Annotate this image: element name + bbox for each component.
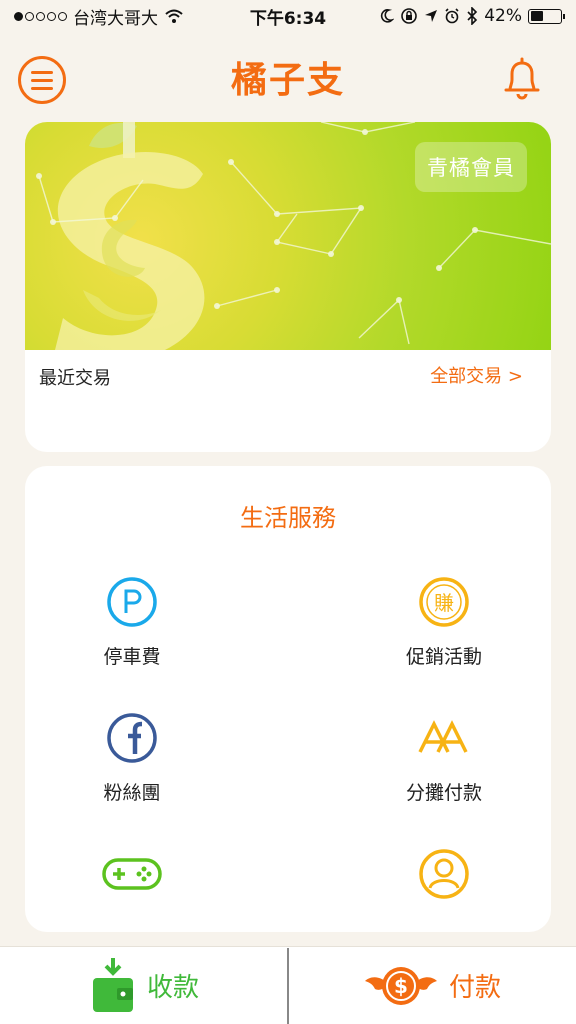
app-title: 橘子支: [230, 60, 345, 101]
service-item-promotions[interactable]: 賺 促銷活動: [369, 574, 519, 669]
battery-level: [530, 11, 543, 21]
svg-text:賺: 賺: [434, 591, 454, 615]
service-item-account[interactable]: [369, 846, 519, 914]
status-right: 42%: [378, 6, 565, 26]
menu-button[interactable]: [18, 56, 66, 104]
signal-strength-icon: [14, 11, 67, 21]
earn-icon: 賺: [419, 577, 469, 627]
receive-label: 收款: [146, 973, 199, 1003]
member-card-banner: 青橘會員: [25, 122, 551, 350]
menu-icon-bar: [31, 78, 53, 82]
winged-coin-icon: $: [364, 966, 437, 1005]
battery-percent: 42%: [484, 6, 522, 26]
menu-icon-bar: [31, 86, 53, 90]
menu-icon-bar: [31, 70, 53, 74]
rotation-lock-icon: [401, 8, 418, 24]
gamepad-icon: [102, 858, 162, 890]
battery-icon: [528, 8, 565, 24]
service-item-parking[interactable]: 停車費: [57, 574, 207, 669]
service-item-fan-page[interactable]: 粉絲團: [57, 710, 207, 805]
receive-button[interactable]: 收款: [0, 947, 288, 1024]
moon-icon: [381, 9, 395, 23]
location-icon: [425, 10, 438, 22]
carrier-name: 台湾大哥大: [73, 8, 158, 29]
service-item-split-payment[interactable]: 分攤付款: [369, 710, 519, 805]
bluetooth-icon: [467, 7, 478, 25]
status-bar: 台湾大哥大 下午6:34 42%: [0, 0, 576, 32]
member-card[interactable]: 青橘會員 最近交易 全部交易 >: [25, 122, 551, 452]
bottom-bar-divider: [287, 948, 289, 1024]
notification-bell-icon[interactable]: [502, 56, 542, 102]
status-time: 下午6:34: [249, 8, 327, 29]
app-header: 橘子支: [0, 32, 576, 122]
life-services-panel: 生活服務 停車費 賺 促銷活動 粉絲團 分攤付款: [25, 466, 551, 932]
svg-text:$: $: [394, 974, 408, 998]
parking-icon: [107, 577, 157, 627]
recent-transactions-label: 最近交易: [39, 368, 111, 389]
service-label: 促銷活動: [405, 646, 482, 668]
status-left: 台湾大哥大: [14, 4, 184, 29]
wifi-icon: [165, 9, 183, 23]
wallet-receive-icon: [92, 957, 133, 1012]
facebook-icon: [107, 713, 157, 763]
service-label: 粉絲團: [103, 782, 161, 804]
alarm-icon: [445, 8, 459, 24]
life-services-title: 生活服務: [240, 504, 336, 532]
pay-button[interactable]: $ 付款: [288, 947, 576, 1024]
user-icon: [419, 849, 469, 899]
service-label: 分攤付款: [405, 782, 482, 804]
member-level-badge: 青橘會員: [415, 142, 527, 192]
service-label: 停車費: [103, 646, 161, 668]
split-pay-icon: [418, 720, 468, 753]
service-item-games[interactable]: [57, 846, 207, 914]
pay-label: 付款: [448, 973, 501, 1003]
all-transactions-link[interactable]: 全部交易 >: [430, 362, 523, 388]
